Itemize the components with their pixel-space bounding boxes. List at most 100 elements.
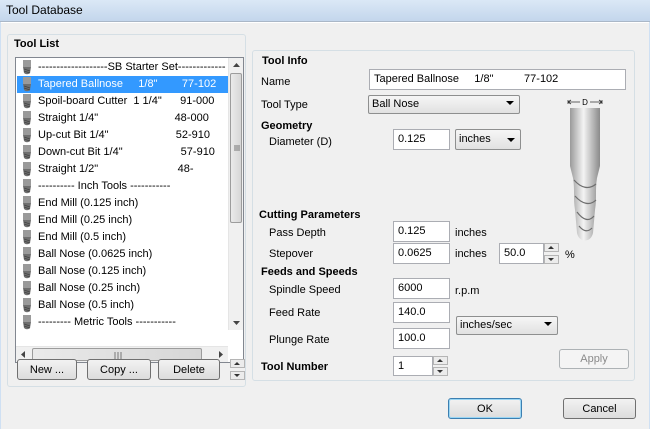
tool-number-label: Tool Number xyxy=(261,361,329,373)
tool-name-field[interactable]: Tapered Ballnose 1/8" 77-102 xyxy=(369,69,626,90)
chevron-down-icon xyxy=(507,138,515,142)
copy-tool-button[interactable]: Copy ... xyxy=(87,359,151,380)
tool-list-item[interactable]: End Mill (0.125 inch) xyxy=(17,195,229,212)
tool-list-item-label: Straight 1/4" 48-000 xyxy=(38,112,209,124)
router-bit-icon xyxy=(21,281,33,296)
tool-list-item[interactable]: End Mill (0.25 inch) xyxy=(17,212,229,229)
tool-list-item[interactable]: Ball Nose (0.25 inch) xyxy=(17,280,229,297)
router-bit-icon xyxy=(21,298,33,313)
tool-list-item[interactable]: Straight 1/2" 48- xyxy=(17,161,229,178)
rate-units-value: inches/sec xyxy=(460,319,512,331)
tool-list-item[interactable]: End Mill (0.5 inch) xyxy=(17,229,229,246)
router-bit-icon xyxy=(21,60,33,75)
delete-tool-button[interactable]: Delete xyxy=(158,359,220,380)
decrement-icon[interactable] xyxy=(433,367,448,376)
tool-list-item[interactable]: Ball Nose (0.5 inch) xyxy=(17,297,229,314)
tool-list-item[interactable]: Spoil-board Cutter 1 1/4" 91-000 xyxy=(17,93,229,110)
tool-list-item[interactable]: --------- Metric Tools ----------- xyxy=(17,314,229,331)
router-bit-icon xyxy=(21,315,33,330)
tool-list[interactable]: -------------------SB Starter Set-------… xyxy=(15,57,244,363)
ok-button[interactable]: OK xyxy=(448,398,522,419)
tool-list-item-label: End Mill (0.125 inch) xyxy=(38,197,139,209)
move-up-icon[interactable] xyxy=(230,359,245,368)
increment-icon[interactable] xyxy=(433,356,448,365)
tool-list-title: Tool List xyxy=(14,38,60,50)
feed-rate-field[interactable]: 140.0 xyxy=(393,302,450,323)
router-bit-icon xyxy=(21,94,33,109)
router-bit-icon xyxy=(21,196,33,211)
feeds-speeds-title: Feeds and Speeds xyxy=(261,266,358,278)
stepover-field[interactable]: 0.0625 xyxy=(393,243,450,264)
chevron-down-icon xyxy=(506,101,514,105)
tool-type-label: Tool Type xyxy=(261,99,308,111)
rate-units-select[interactable]: inches/sec xyxy=(456,316,558,335)
title-bar[interactable]: Tool Database xyxy=(0,0,650,22)
geometry-title: Geometry xyxy=(261,120,313,132)
cutting-parameters-title: Cutting Parameters xyxy=(259,209,361,221)
router-bit-icon xyxy=(21,162,33,177)
spindle-speed-unit: r.p.m xyxy=(455,285,480,297)
router-bit-icon xyxy=(21,179,33,194)
tool-list-item-label: Ball Nose (0.0625 inch) xyxy=(38,248,153,260)
router-bit-icon xyxy=(21,77,33,92)
spindle-speed-label: Spindle Speed xyxy=(269,284,341,296)
tool-list-vertical-scrollbar[interactable] xyxy=(228,58,243,330)
chevron-down-icon xyxy=(544,322,552,326)
cancel-button[interactable]: Cancel xyxy=(563,398,636,419)
router-bit-icon xyxy=(21,264,33,279)
tool-type-select[interactable]: Ball Nose xyxy=(368,95,520,114)
tool-list-item-label: End Mill (0.25 inch) xyxy=(38,214,133,226)
tool-list-item-label: Ball Nose (0.5 inch) xyxy=(38,299,134,311)
tool-list-item-label: --------- Metric Tools ----------- xyxy=(38,316,176,328)
router-bit-icon xyxy=(21,128,33,143)
percent-sign: % xyxy=(565,249,575,261)
tool-list-item[interactable]: Ball Nose (0.0625 inch) xyxy=(17,246,229,263)
stepover-percent-spinner[interactable] xyxy=(544,243,559,264)
tool-number-field[interactable]: 1 xyxy=(393,356,433,376)
router-bit-icon xyxy=(21,145,33,160)
tool-number-spinner[interactable] xyxy=(433,356,448,376)
tool-list-item[interactable]: Straight 1/4" 48-000 xyxy=(17,110,229,127)
diameter-units-value: inches xyxy=(459,133,491,145)
decrement-icon[interactable] xyxy=(544,255,559,264)
increment-icon[interactable] xyxy=(544,243,559,252)
tool-list-item[interactable]: -------------------SB Starter Set-------… xyxy=(17,59,229,76)
ball-nose-tool-diagram: D xyxy=(567,98,603,248)
plunge-rate-label: Plunge Rate xyxy=(269,334,330,346)
diameter-units-select[interactable]: inches xyxy=(455,129,521,150)
tool-type-value: Ball Nose xyxy=(372,98,420,110)
scroll-down-icon[interactable] xyxy=(229,315,243,330)
dialog-body: Tool List -------------------SB Starter … xyxy=(1,22,649,429)
tool-list-item-label: Up-cut Bit 1/4" 52-910 xyxy=(38,129,211,141)
tool-list-item[interactable]: Ball Nose (0.125 inch) xyxy=(17,263,229,280)
apply-button[interactable]: Apply xyxy=(559,349,629,369)
tool-list-item-label: Straight 1/2" 48- xyxy=(38,163,194,175)
stepover-percent-field[interactable]: 50.0 xyxy=(499,243,544,264)
plunge-rate-field[interactable]: 100.0 xyxy=(393,328,450,349)
tool-list-item[interactable]: ---------- Inch Tools ----------- xyxy=(17,178,229,195)
pass-depth-label: Pass Depth xyxy=(269,227,326,239)
router-bit-icon xyxy=(21,111,33,126)
window-title: Tool Database xyxy=(6,3,83,17)
stepover-unit: inches xyxy=(455,248,487,260)
vertical-scroll-thumb[interactable] xyxy=(230,73,242,223)
diameter-label: Diameter (D) xyxy=(269,136,332,148)
router-bit-icon xyxy=(21,213,33,228)
tool-list-item-label: Ball Nose (0.125 inch) xyxy=(38,265,147,277)
feed-rate-label: Feed Rate xyxy=(269,307,321,319)
diameter-field[interactable]: 0.125 xyxy=(393,129,450,150)
tool-list-item-label: Down-cut Bit 1/4" 57-910 xyxy=(38,146,215,158)
spindle-speed-field[interactable]: 6000 xyxy=(393,278,450,299)
new-tool-button[interactable]: New ... xyxy=(17,359,77,380)
scroll-up-icon[interactable] xyxy=(229,58,243,73)
move-tool-spinner[interactable] xyxy=(230,359,245,380)
tool-list-item[interactable]: Tapered Ballnose 1/8" 77-102 xyxy=(17,76,229,93)
tool-list-item[interactable]: Up-cut Bit 1/4" 52-910 xyxy=(17,127,229,144)
move-down-icon[interactable] xyxy=(230,371,245,380)
tool-list-item[interactable]: Down-cut Bit 1/4" 57-910 xyxy=(17,144,229,161)
tool-list-item-label: End Mill (0.5 inch) xyxy=(38,231,127,243)
tool-list-item-label: Ball Nose (0.25 inch) xyxy=(38,282,141,294)
router-bit-icon xyxy=(21,230,33,245)
pass-depth-field[interactable]: 0.125 xyxy=(393,221,450,242)
router-bit-icon xyxy=(21,247,33,262)
